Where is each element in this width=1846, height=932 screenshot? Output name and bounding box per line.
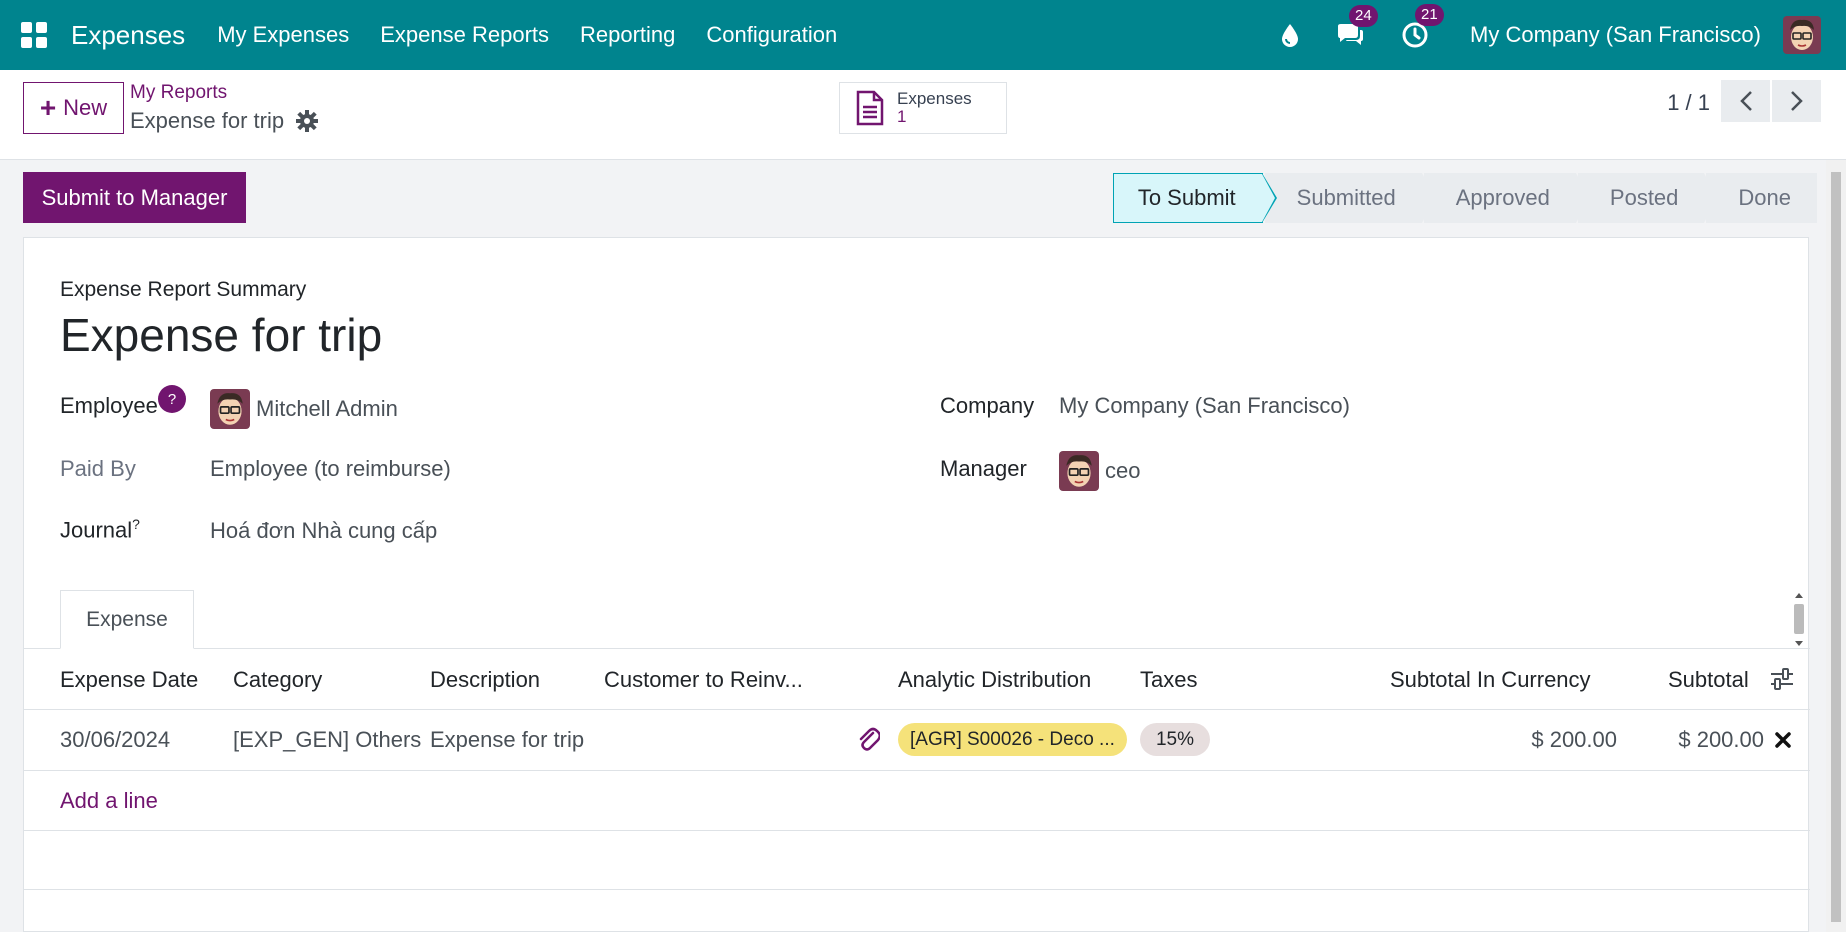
chevron-right-icon	[1790, 91, 1803, 111]
activity-clock-icon[interactable]: 21	[1401, 4, 1444, 49]
employee-field[interactable]: Mitchell Admin	[210, 389, 398, 429]
app-brand[interactable]: Expenses	[71, 20, 185, 51]
attachment-paperclip-icon[interactable]	[858, 727, 880, 753]
cell-description: Expense for trip	[430, 727, 585, 752]
app-menu-icon[interactable]	[21, 22, 47, 48]
employee-label: Employee	[60, 393, 158, 418]
stage-posted[interactable]: Posted	[1577, 173, 1717, 223]
smart-button-label: Expenses	[897, 89, 972, 108]
expense-table-header: Expense Date Category Description Custom…	[24, 649, 1810, 710]
stage-to-submit[interactable]: To Submit	[1112, 173, 1277, 223]
form-action-bar: Submit to Manager To Submit Submitted Ap…	[0, 160, 1826, 237]
menu-reporting[interactable]: Reporting	[580, 22, 675, 48]
drop-icon[interactable]	[1281, 23, 1299, 47]
company-field[interactable]: My Company (San Francisco)	[1059, 393, 1350, 419]
employee-name: Mitchell Admin	[256, 396, 398, 421]
document-icon	[856, 90, 884, 126]
analytic-distribution-tag[interactable]: [AGR] S00026 - Deco ...	[898, 723, 1127, 756]
manager-name: ceo	[1105, 458, 1141, 483]
breadcrumb-parent[interactable]: My Reports	[130, 82, 227, 104]
col-expense-date[interactable]: Expense Date	[60, 667, 198, 693]
delete-row-icon[interactable]	[1775, 732, 1791, 748]
tax-tag[interactable]: 15%	[1140, 723, 1210, 756]
col-subtotal[interactable]: Subtotal	[1668, 667, 1749, 693]
pager-next-button[interactable]	[1772, 80, 1821, 122]
journal-field[interactable]: Hoá đơn Nhà cung cấp	[210, 518, 437, 544]
chat-icon[interactable]: 24	[1335, 5, 1378, 48]
activities-badge: 21	[1415, 4, 1444, 26]
menu-my-expenses[interactable]: My Expenses	[217, 22, 349, 48]
page-scrollbar[interactable]	[1826, 160, 1846, 932]
journal-label-text: Journal	[60, 517, 133, 543]
pager-value[interactable]: 1 / 1	[1667, 90, 1710, 116]
journal-help-icon[interactable]: ?	[132, 516, 140, 532]
inner-scrollbar[interactable]	[1792, 590, 1806, 649]
pager-buttons	[1721, 80, 1821, 122]
col-category[interactable]: Category	[233, 667, 322, 693]
empty-row	[24, 831, 1810, 890]
report-title[interactable]: Expense for trip	[60, 308, 382, 362]
status-bar: To Submit Submitted Approved Posted Done	[1112, 173, 1817, 223]
col-description[interactable]: Description	[430, 667, 540, 693]
journal-label: Journal?	[60, 516, 140, 543]
user-avatar[interactable]	[1783, 16, 1821, 54]
expenses-smart-button[interactable]: Expenses 1	[839, 82, 1007, 134]
table-row[interactable]: 30/06/2024 [EXP_GEN] Others Expense for …	[24, 710, 1810, 771]
tab-expense[interactable]: Expense	[60, 590, 194, 649]
summary-label: Expense Report Summary	[60, 278, 307, 301]
col-customer-to-reinvoice[interactable]: Customer to Reinv...	[604, 667, 803, 693]
pager-previous-button[interactable]	[1721, 80, 1770, 122]
menu-expense-reports[interactable]: Expense Reports	[380, 22, 549, 48]
chevron-left-icon	[1739, 91, 1752, 111]
add-a-line-link[interactable]: Add a line	[60, 788, 158, 814]
manager-field[interactable]: ceo	[1059, 451, 1140, 491]
cell-subtotal-in-currency: $ 200.00	[1531, 727, 1617, 752]
page-scrollbar-thumb[interactable]	[1831, 172, 1841, 922]
menu-configuration[interactable]: Configuration	[706, 22, 837, 48]
breadcrumb-current: Expense for trip	[130, 108, 319, 134]
cell-category: [EXP_GEN] Others	[233, 727, 422, 752]
plus-icon: +	[39, 92, 57, 123]
manager-label: Manager	[940, 456, 1027, 481]
manager-avatar	[1059, 451, 1099, 491]
submit-to-manager-button[interactable]: Submit to Manager	[23, 172, 246, 223]
paid-by-field: Employee (to reimburse)	[210, 456, 451, 481]
control-panel: + New My Reports Expense for trip Expens…	[0, 70, 1846, 160]
col-taxes[interactable]: Taxes	[1140, 667, 1197, 693]
cell-expense-date: 30/06/2024	[60, 727, 171, 752]
smart-button-count: 1	[897, 107, 907, 126]
employee-help-icon[interactable]: ?	[158, 385, 186, 413]
col-subtotal-in-currency[interactable]: Subtotal In Currency	[1390, 667, 1591, 693]
top-navbar: Expenses My Expenses Expense Reports Rep…	[0, 0, 1846, 70]
add-line-row: Add a line	[24, 771, 1810, 831]
col-analytic-distribution[interactable]: Analytic Distribution	[898, 667, 1091, 693]
stage-approved[interactable]: Approved	[1423, 173, 1590, 223]
form-sheet: Expense Report Summary Expense for trip …	[23, 237, 1810, 932]
breadcrumb-current-label: Expense for trip	[130, 108, 285, 133]
gear-icon[interactable]	[296, 110, 319, 132]
cell-subtotal: $ 200.00	[1678, 727, 1764, 752]
employee-avatar	[210, 389, 250, 429]
new-button-label: New	[63, 95, 108, 120]
new-button[interactable]: + New	[23, 82, 124, 134]
company-label: Company	[940, 393, 1035, 418]
stage-submitted[interactable]: Submitted	[1264, 173, 1435, 223]
company-switcher[interactable]: My Company (San Francisco)	[1470, 22, 1761, 48]
column-settings-icon[interactable]	[1770, 668, 1794, 690]
messages-badge: 24	[1349, 5, 1378, 27]
paid-by-label: Paid By	[60, 456, 136, 481]
stage-done[interactable]: Done	[1706, 173, 1817, 223]
